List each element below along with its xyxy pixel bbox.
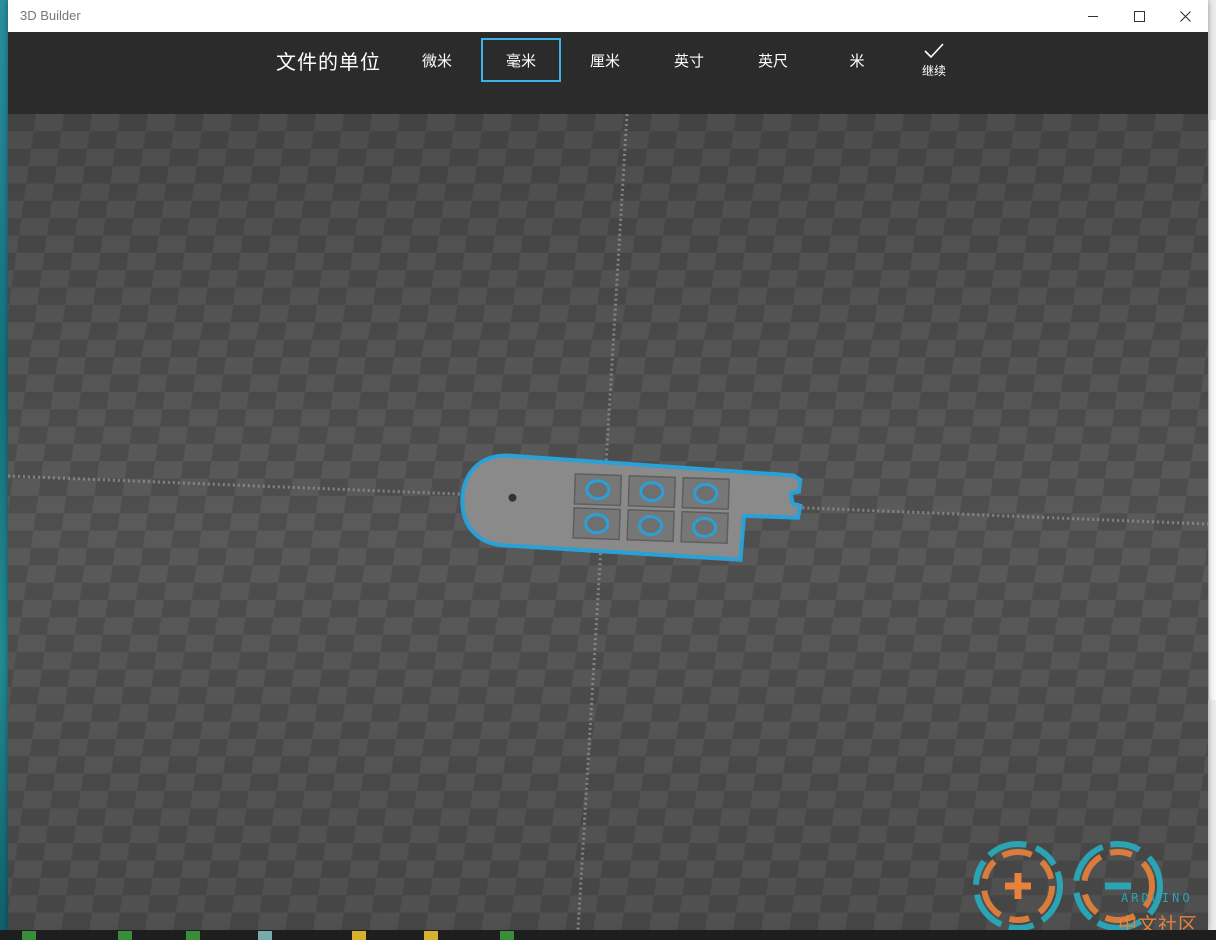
arduino-cn-watermark: ARDUINO 中文社区 [963, 834, 1208, 930]
close-icon [1179, 10, 1191, 22]
3d-viewport[interactable]: ARDUINO 中文社区 [8, 114, 1208, 930]
minimize-button[interactable] [1070, 0, 1116, 32]
maximize-icon [1133, 10, 1145, 22]
unit-micrometer-button[interactable]: 微米 [397, 38, 477, 82]
taskbar-app-icon[interactable] [186, 931, 200, 940]
minimize-icon [1088, 15, 1098, 17]
check-icon [924, 43, 944, 59]
unit-millimeter-button[interactable]: 毫米 [481, 38, 561, 82]
window-title: 3D Builder [20, 8, 81, 23]
taskbar [0, 930, 1216, 940]
unit-inch-button[interactable]: 英寸 [649, 38, 729, 82]
watermark-cn-text: 中文社区 [1118, 914, 1199, 930]
background-window-edge [1208, 120, 1216, 700]
taskbar-app-icon[interactable] [352, 931, 366, 940]
maximize-button[interactable] [1116, 0, 1162, 32]
build-plate [8, 114, 1208, 930]
taskbar-app-icon[interactable] [500, 931, 514, 940]
app-window: 3D Builder 文件的单位 微米 毫米 厘米 英寸 英尺 米 继续 ARD… [8, 0, 1208, 930]
continue-button[interactable]: 继续 [906, 42, 962, 92]
unit-centimeter-button[interactable]: 厘米 [565, 38, 645, 82]
taskbar-app-icon[interactable] [424, 931, 438, 940]
taskbar-app-icon[interactable] [22, 931, 36, 940]
units-heading: 文件的单位 [276, 50, 381, 74]
title-bar: 3D Builder [8, 0, 1208, 32]
continue-label: 继续 [921, 64, 946, 78]
taskbar-app-icon[interactable] [258, 931, 272, 940]
unit-foot-button[interactable]: 英尺 [733, 38, 813, 82]
units-toolbar: 文件的单位 微米 毫米 厘米 英寸 英尺 米 继续 [8, 32, 1208, 114]
taskbar-app-icon[interactable] [118, 931, 132, 940]
close-button[interactable] [1162, 0, 1208, 32]
desktop-left-edge [0, 0, 8, 940]
unit-meter-button[interactable]: 米 [817, 38, 897, 82]
watermark-brand: ARDUINO [1121, 891, 1193, 905]
desktop-right-edge [1208, 0, 1216, 940]
